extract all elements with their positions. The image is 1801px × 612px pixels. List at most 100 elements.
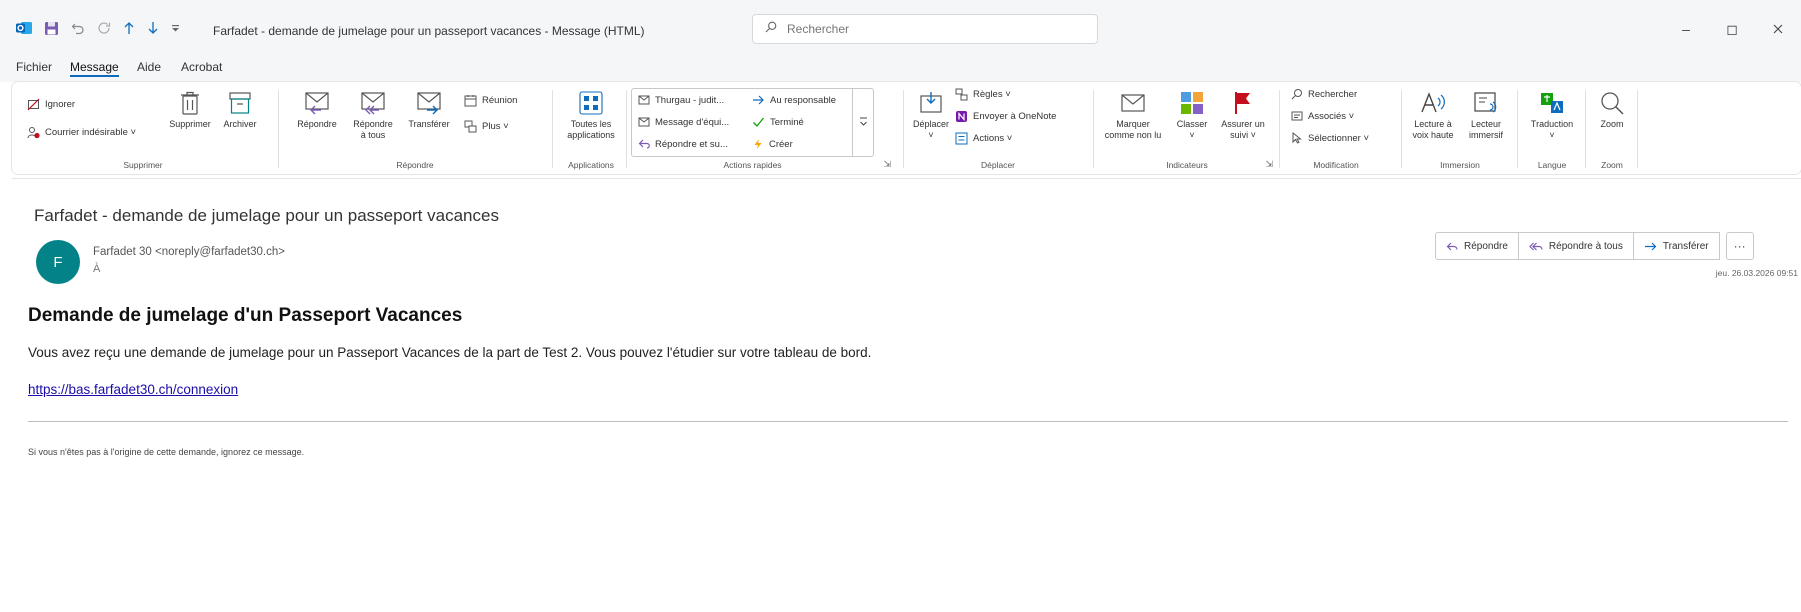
immersive-reader-icon — [1474, 92, 1497, 113]
previous-item-icon[interactable] — [123, 21, 135, 35]
group-label-indicateurs: Indicateurs — [1166, 160, 1208, 170]
delete-label: Supprimer — [169, 119, 211, 129]
read-aloud-icon — [1421, 92, 1445, 113]
undo-icon[interactable] — [71, 21, 85, 35]
reply-icon — [305, 92, 329, 115]
tab-message[interactable]: Message — [70, 60, 119, 77]
ignore-label: Ignorer — [45, 99, 76, 110]
onenote-label: Envoyer à OneNote — [973, 111, 1057, 122]
reading-pane-divider — [12, 178, 1801, 179]
more-respond-button[interactable]: Plus ˅ — [464, 120, 509, 133]
move-button[interactable]: Déplacer ˅ — [909, 90, 953, 141]
ribbon-tabs: Fichier Message Aide Acrobat — [0, 56, 1801, 82]
archive-button[interactable]: Archiver — [218, 90, 262, 130]
translate-button[interactable]: Traduction ˅ — [1523, 90, 1581, 141]
follow-up-label-1: Assurer un — [1221, 119, 1265, 129]
sender-avatar[interactable]: F — [36, 240, 80, 284]
reply-all-label-1: Répondre — [353, 119, 393, 129]
find-button[interactable]: Rechercher — [1291, 88, 1357, 100]
reply-action-button[interactable]: Répondre — [1435, 232, 1519, 260]
ignore-icon — [27, 98, 40, 111]
tab-fichier[interactable]: Fichier — [16, 60, 52, 74]
title-bar: Farfadet - demande de jumelage pour un p… — [0, 0, 1801, 56]
forward-action-label: Transférer — [1662, 240, 1709, 252]
related-label: Associés ˅ — [1308, 110, 1355, 122]
recipient-line: À — [93, 263, 101, 275]
sender-name[interactable]: Farfadet 30 <noreply@farfadet30.ch> — [93, 246, 285, 258]
group-label-supprimer: Supprimer — [123, 160, 163, 170]
mark-unread-label-2: comme non lu — [1104, 130, 1162, 140]
group-repondre: Répondre Répondre à tous Transférer Réun… — [282, 82, 548, 174]
message-date: jeu. 26.03.2026 09:51 — [1715, 268, 1798, 278]
actions-button[interactable]: Actions ˅ — [955, 132, 1012, 145]
tab-aide[interactable]: Aide — [137, 60, 161, 74]
select-cursor-icon — [1292, 132, 1302, 144]
group-label-repondre: Répondre — [396, 160, 434, 170]
group-label-langue: Langue — [1537, 160, 1567, 170]
tab-acrobat[interactable]: Acrobat — [181, 60, 222, 74]
read-aloud-label-2: voix haute — [1412, 130, 1454, 140]
meeting-button[interactable]: Réunion — [464, 94, 517, 107]
ribbon-separator — [1517, 90, 1518, 168]
select-button[interactable]: Sélectionner ˅ — [1291, 132, 1369, 144]
outlook-logo-icon — [16, 20, 32, 36]
move-label: Déplacer — [912, 119, 950, 129]
body-footnote: Si vous n'êtes pas à l'origine de cette … — [28, 447, 305, 457]
ribbon: Ignorer Courrier indésirable ˅ Supprimer… — [12, 82, 1801, 174]
immersive-reader-label-1: Lecteur — [1470, 119, 1502, 129]
group-indicateurs: Marquer comme non lu Classer ˅ Assurer u… — [1097, 82, 1277, 174]
window-controls: – ◻ — [1663, 14, 1801, 44]
actions-icon — [955, 132, 968, 145]
reply-all-action-button[interactable]: Répondre à tous — [1518, 232, 1634, 260]
all-apps-button[interactable]: Toutes les applications — [559, 90, 623, 141]
onenote-button[interactable]: Envoyer à OneNote — [955, 110, 1056, 123]
meeting-label: Réunion — [482, 95, 518, 106]
next-item-icon[interactable] — [147, 21, 159, 35]
reply-all-arrow-icon — [1529, 242, 1543, 250]
customize-toolbar-icon[interactable] — [171, 24, 180, 33]
onenote-icon — [956, 111, 967, 122]
forward-action-button[interactable]: Transférer — [1633, 232, 1720, 260]
search-box[interactable] — [752, 14, 1098, 44]
zoom-button[interactable]: Zoom — [1591, 90, 1633, 130]
minimize-button[interactable]: – — [1663, 14, 1709, 44]
reply-all-button[interactable]: Répondre à tous — [346, 90, 400, 141]
translate-icon — [1541, 93, 1563, 113]
group-langue: Traduction ˅ Langue — [1521, 82, 1583, 174]
forward-arrow-icon — [1644, 242, 1657, 250]
close-button[interactable] — [1755, 14, 1801, 44]
junk-button[interactable]: Courrier indésirable ˅ — [27, 126, 136, 139]
group-label-immersion: Immersion — [1440, 160, 1480, 170]
follow-up-button[interactable]: Assurer un suivi ˅ — [1215, 90, 1271, 141]
immersive-reader-button[interactable]: Lecteur immersif — [1461, 90, 1511, 141]
login-link[interactable]: https://bas.farfadet30.ch/connexion — [28, 382, 238, 397]
flag-icon — [1235, 92, 1250, 114]
group-modification: Rechercher Associés ˅ Sélectionner ˅ Mod… — [1283, 82, 1389, 174]
indicateurs-launcher-icon[interactable]: ⇲ — [1265, 159, 1273, 170]
mark-unread-icon — [1121, 94, 1145, 112]
categorize-button[interactable]: Classer ˅ — [1171, 90, 1213, 141]
ignore-button[interactable]: Ignorer — [27, 98, 75, 111]
select-label: Sélectionner ˅ — [1308, 132, 1369, 144]
forward-icon — [417, 92, 441, 115]
group-label-applications: Applications — [568, 160, 614, 170]
search-input[interactable] — [785, 21, 1069, 37]
forward-button[interactable]: Transférer — [402, 90, 456, 130]
group-label-deplacer: Déplacer — [980, 160, 1016, 170]
ribbon-separator — [1093, 90, 1094, 168]
mark-unread-button[interactable]: Marquer comme non lu — [1097, 90, 1169, 141]
avatar-initial: F — [53, 253, 63, 271]
read-aloud-button[interactable]: Lecture à voix haute — [1407, 90, 1459, 141]
related-button[interactable]: Associés ˅ — [1291, 110, 1354, 122]
redo-icon[interactable] — [97, 21, 111, 35]
move-arrow: ˅ — [928, 130, 934, 140]
actions-label: Actions ˅ — [973, 133, 1013, 144]
rules-button[interactable]: Règles ˅ — [955, 88, 1011, 101]
restore-button[interactable]: ◻ — [1709, 14, 1755, 44]
reply-button[interactable]: Répondre — [290, 90, 344, 130]
quick-steps-launcher-icon[interactable]: ⇲ — [883, 159, 891, 170]
more-actions-button[interactable]: ··· — [1725, 232, 1754, 260]
ribbon-separator — [552, 90, 553, 168]
delete-button[interactable]: Supprimer — [166, 90, 214, 130]
save-icon[interactable] — [44, 21, 59, 36]
